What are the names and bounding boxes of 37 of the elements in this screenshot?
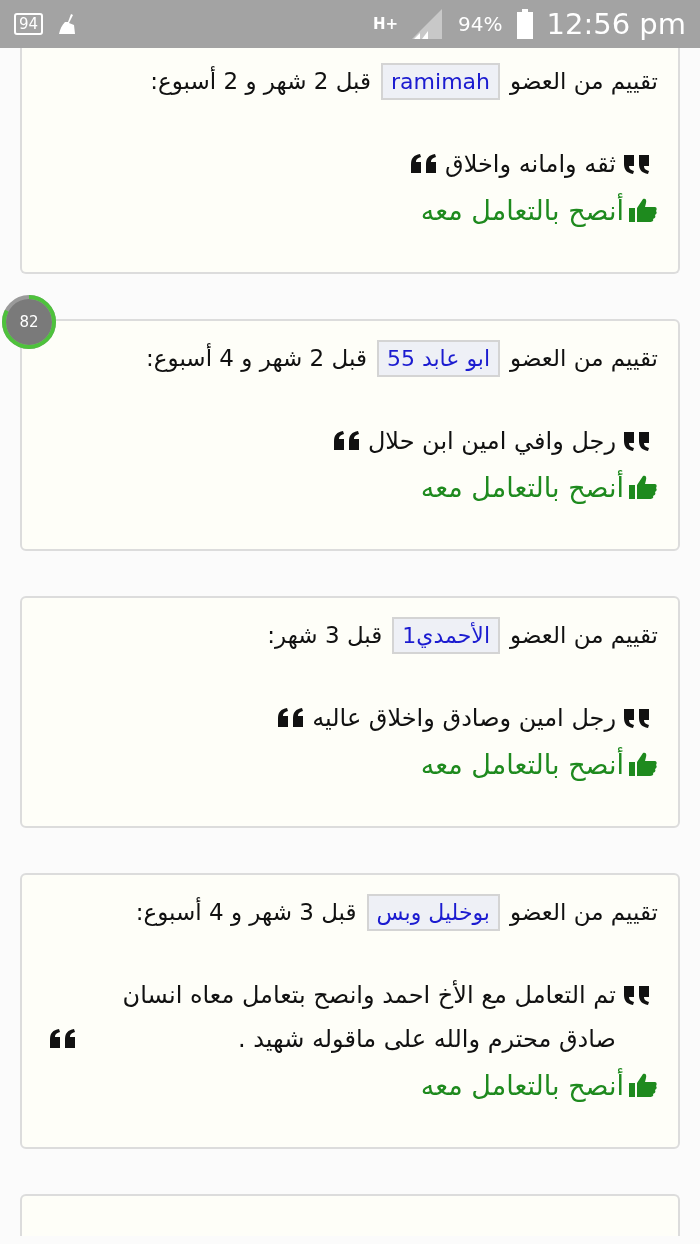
close-quote-icon [622, 984, 652, 1006]
thumbs-up-icon [628, 750, 658, 778]
review-text: ثقه وامانه واخلاق [445, 149, 616, 180]
recommend-label: أنصح بالتعامل معه [420, 1069, 624, 1101]
review-label: تقييم من العضو [510, 345, 658, 371]
open-quote-icon [331, 430, 362, 452]
review-text: تم التعامل مع الأخ احمد وانصح بتعامل معاه انسان صادق محترم والله على ماقوله شهيد . [121, 979, 616, 1055]
recommend-label: أنصح بالتعامل معه [420, 471, 624, 503]
recommend-label: أنصح بالتعامل معه [420, 194, 624, 226]
open-quote-icon [48, 1028, 78, 1050]
clock-time: 12:56 pm [546, 7, 686, 41]
close-quote-icon [622, 153, 652, 175]
review-text: رجل امين وصادق واخلاق عاليه [312, 703, 616, 734]
review-text: رجل وافي امين ابن حلال [367, 426, 616, 457]
member-link[interactable]: ramimah [381, 62, 500, 100]
battery-icon [516, 9, 533, 39]
notification-count: 94 [14, 13, 44, 35]
recommend-label: أنصح بالتعامل معه [420, 748, 624, 780]
member-link[interactable]: الأحمدي1 [392, 616, 500, 654]
review-time: قبل 3 شهر: [267, 622, 383, 648]
review-time: قبل 2 شهر و 4 أسبوع: [146, 345, 367, 371]
signal-icon [412, 9, 445, 39]
battery-level: 94% [458, 12, 503, 36]
review-label: تقييم من العضو [510, 622, 658, 648]
progress-value: 82 [19, 313, 39, 331]
member-link[interactable]: بوخليل وبس [366, 893, 500, 931]
close-quote-icon [622, 707, 652, 729]
review-time: قبل 2 شهر و 2 أسبوع: [150, 68, 372, 94]
review-time: قبل 3 شهر و 4 أسبوع: [135, 899, 357, 925]
close-quote-icon [622, 430, 652, 452]
review-label: تقييم من العضو [510, 899, 658, 925]
network-type: H+ [372, 16, 399, 32]
review-label: تقييم من العضو [510, 68, 658, 94]
thumbs-up-icon [628, 473, 658, 501]
thumbs-up-icon [628, 196, 658, 224]
thumbs-up-icon [628, 1071, 658, 1099]
member-link[interactable]: ابو عابد 55 [376, 339, 500, 377]
